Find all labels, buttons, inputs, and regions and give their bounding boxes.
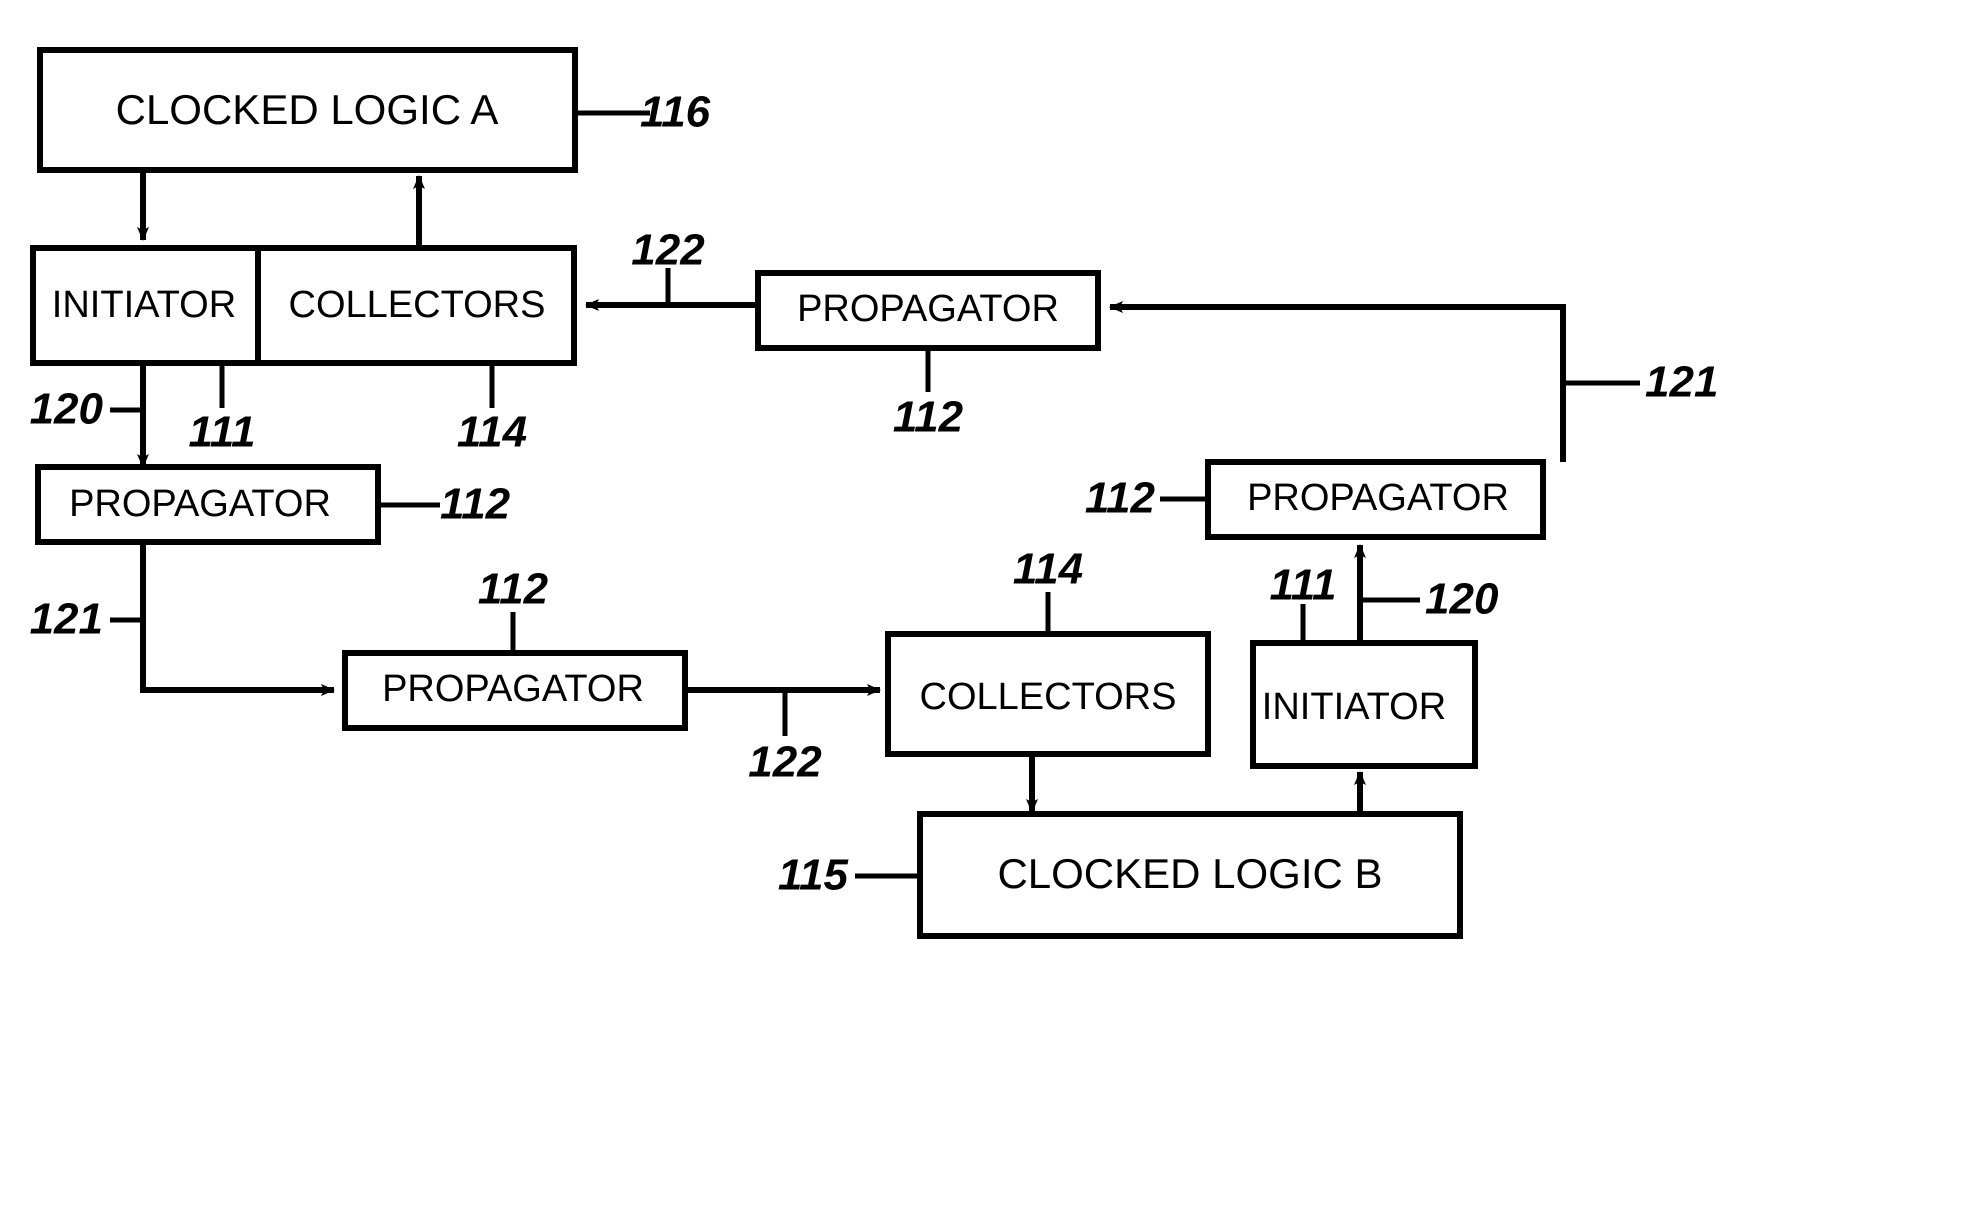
- refnum-121-left: 121: [30, 595, 103, 644]
- wire-propagator-topright-to-collectors-a: 122: [585, 226, 757, 311]
- refnum-114-bottom: 114: [1013, 545, 1083, 594]
- propagator-right-label: PROPAGATOR: [1247, 477, 1509, 519]
- refnum-121-right: 121: [1645, 358, 1718, 407]
- block-clocked-logic-b[interactable]: CLOCKED LOGIC B: [917, 811, 1463, 939]
- refnum-122-bottom: 122: [748, 738, 822, 787]
- wire-propagator-middle-to-collectors-b: 122: [685, 684, 881, 787]
- leader-112-right: 112: [1085, 474, 1208, 523]
- clocked-logic-a-label: CLOCKED LOGIC A: [116, 86, 499, 133]
- patent-figure: CLOCKED LOGIC A 116 INITIATOR COLLECTORS…: [0, 0, 1976, 1224]
- block-propagator-middle[interactable]: PROPAGATOR: [342, 650, 688, 731]
- wire-121-right-path: [1109, 301, 1566, 462]
- block-diagram-canvas: CLOCKED LOGIC A 116 INITIATOR COLLECTORS…: [30, 47, 1718, 939]
- initiator-b-label: INITIATOR: [1262, 686, 1446, 728]
- leader-112-top-right: 112: [893, 348, 964, 442]
- wire-initiator-b-to-propagator-right: 120: [1354, 544, 1499, 643]
- collectors-a-label: COLLECTORS: [289, 284, 546, 326]
- leader-112-left: 112: [378, 480, 511, 529]
- leader-115: 115: [778, 851, 920, 900]
- refnum-116: 116: [640, 88, 711, 137]
- refnum-115: 115: [778, 851, 849, 900]
- leader-112-middle: 112: [478, 565, 549, 653]
- propagator-top-right-label: PROPAGATOR: [797, 288, 1059, 330]
- propagator-left-label: PROPAGATOR: [69, 483, 331, 525]
- wire-initiator-a-to-propagator-left: 120: [30, 363, 149, 468]
- refnum-114-left: 114: [457, 408, 527, 457]
- leader-114-left: 114: [457, 363, 527, 457]
- leader-111-left: 111: [189, 363, 256, 457]
- refnum-111-left: 111: [189, 408, 256, 457]
- wire-121-left-path: [140, 542, 335, 696]
- refnum-112-top-right: 112: [893, 393, 964, 442]
- initiator-a-label: INITIATOR: [52, 284, 236, 326]
- collectors-b-label: COLLECTORS: [920, 676, 1177, 718]
- leader-111-right: 111: [1270, 561, 1337, 643]
- refnum-120-right: 120: [1425, 575, 1499, 624]
- wire-propagator-right-to-top-right: 121: [1109, 301, 1718, 462]
- refnum-112-middle: 112: [478, 565, 549, 614]
- block-propagator-left[interactable]: PROPAGATOR: [35, 464, 381, 545]
- clocked-logic-b-label: CLOCKED LOGIC B: [997, 850, 1382, 897]
- refnum-112-right: 112: [1085, 474, 1156, 523]
- refnum-122-top: 122: [631, 226, 705, 275]
- block-collectors-b[interactable]: COLLECTORS: [885, 631, 1211, 757]
- propagator-middle-label: PROPAGATOR: [382, 668, 644, 710]
- block-initiator-collectors-a[interactable]: INITIATOR COLLECTORS: [30, 245, 577, 366]
- block-propagator-right[interactable]: PROPAGATOR: [1205, 459, 1546, 540]
- refnum-111-right: 111: [1270, 561, 1337, 610]
- block-clocked-logic-a[interactable]: CLOCKED LOGIC A: [37, 47, 578, 173]
- refnum-112-left: 112: [440, 480, 511, 529]
- block-propagator-top-right[interactable]: PROPAGATOR: [755, 270, 1101, 351]
- wire-propagator-left-to-middle: 121: [30, 542, 335, 696]
- refnum-120-left: 120: [30, 385, 104, 434]
- leader-116: 116: [575, 88, 711, 137]
- block-initiator-b[interactable]: INITIATOR: [1250, 640, 1478, 769]
- leader-114-bottom: 114: [1013, 545, 1083, 634]
